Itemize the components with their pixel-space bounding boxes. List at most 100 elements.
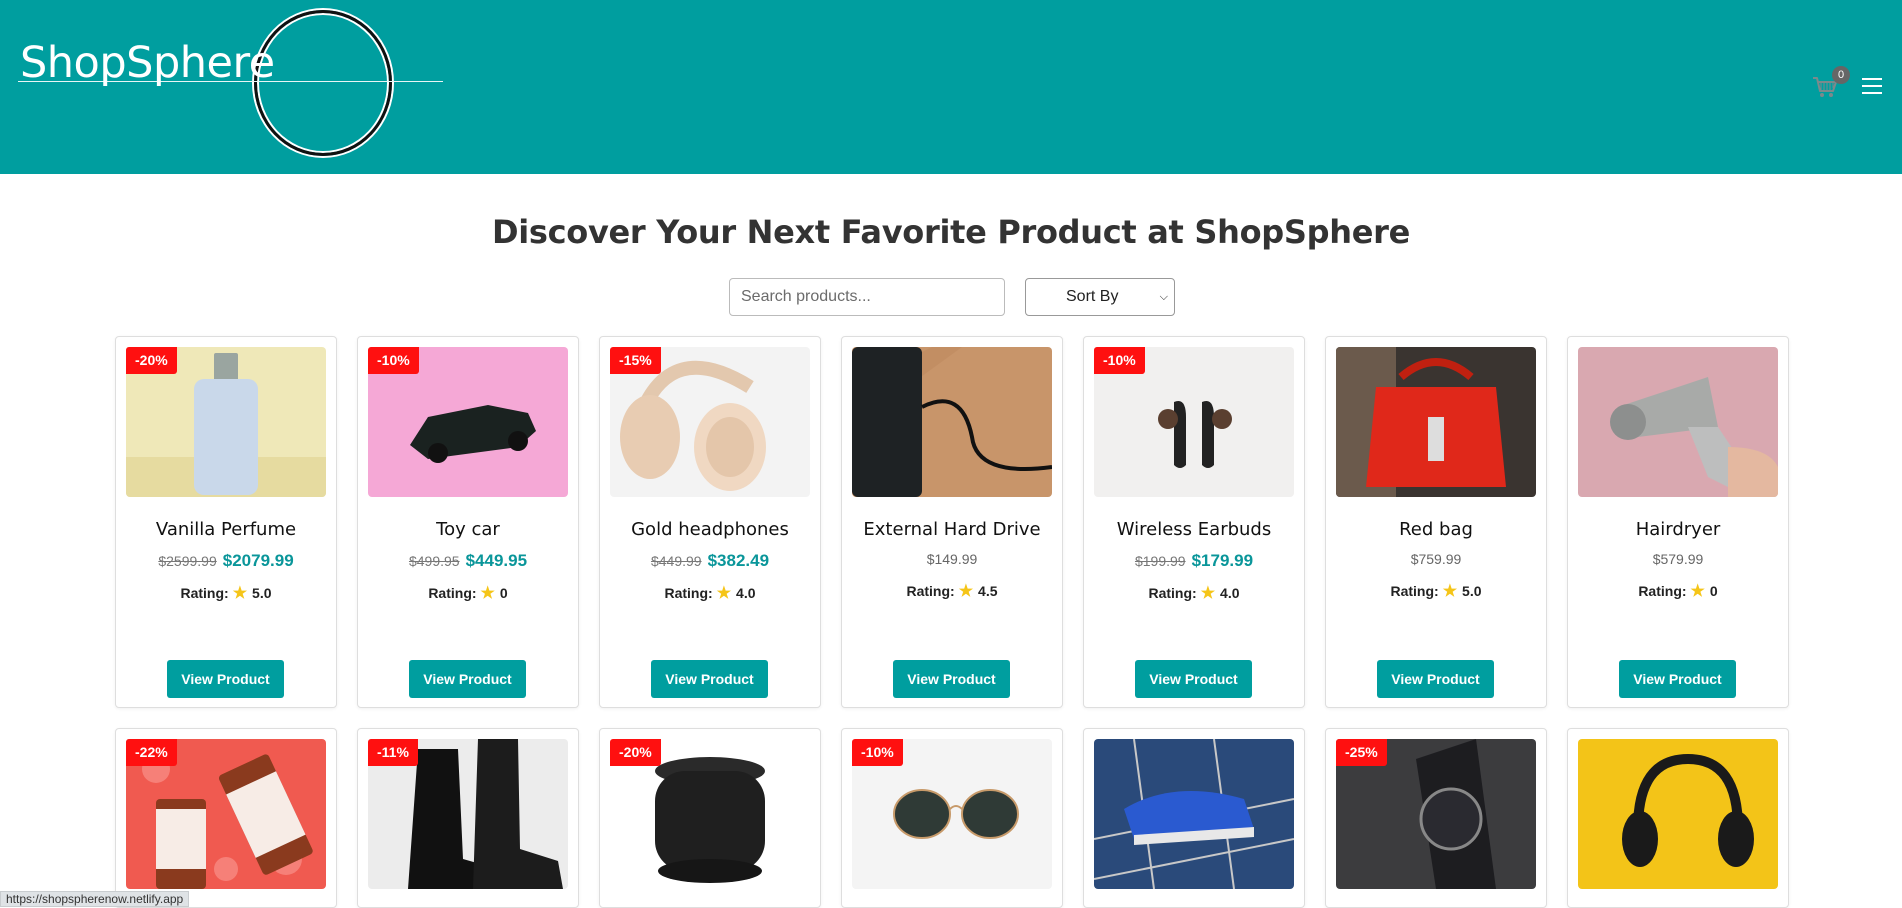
product-image[interactable] (1578, 739, 1778, 889)
cart-count-badge: 0 (1832, 66, 1850, 84)
product-price: $499.95 $449.95 (358, 551, 578, 571)
product-price: $199.99 $179.99 (1084, 551, 1304, 571)
original-price: $2599.99 (158, 553, 217, 569)
product-image[interactable] (1094, 739, 1294, 889)
rating-label: Rating: (428, 585, 477, 601)
product-card: -15% Gold headphones $449.99 $382.49 Rati… (599, 336, 821, 708)
product-name: Toy car (436, 519, 500, 540)
search-input[interactable] (729, 278, 1005, 316)
rating-value: 0 (1709, 583, 1718, 599)
product-rating: Rating: ★ 0 (1568, 581, 1788, 601)
product-card: Red bag $759.99 Rating: ★ 5.0 View Product (1325, 336, 1547, 708)
product-image[interactable] (852, 347, 1052, 497)
product-card: -11% (357, 728, 579, 908)
original-price: $449.99 (650, 553, 702, 569)
star-icon: ★ (958, 583, 974, 600)
rating-value: 0 (499, 585, 508, 601)
original-price: $499.95 (408, 553, 460, 569)
product-price: $2599.99 $2079.99 (116, 551, 336, 571)
product-image[interactable] (1336, 347, 1536, 497)
brand-logo[interactable]: ShopSphere (18, 10, 448, 160)
discount-badge: -20% (610, 739, 661, 766)
star-icon: ★ (232, 585, 248, 602)
view-product-button[interactable]: View Product (1619, 660, 1736, 698)
product-price: $579.99 (1568, 551, 1788, 567)
star-icon: ★ (1200, 585, 1216, 602)
site-header: ShopSphere 0 (0, 0, 1902, 174)
rating-value: 4.0 (736, 585, 756, 601)
page-title: Discover Your Next Favorite Product at S… (491, 213, 1411, 251)
product-rating: Rating: ★ 5.0 (1326, 581, 1546, 601)
rating-label: Rating: (1390, 583, 1439, 599)
rating-label: Rating: (664, 585, 713, 601)
view-product-button[interactable]: View Product (1377, 660, 1494, 698)
product-card: -20% (599, 728, 821, 908)
product-name: Wireless Earbuds (1116, 519, 1272, 540)
chevron-down-icon: ⌵ (1159, 290, 1168, 303)
discount-badge: -10% (852, 739, 903, 766)
sale-price: $449.95 (465, 551, 528, 570)
discount-badge: -20% (126, 347, 177, 374)
star-icon: ★ (480, 585, 495, 602)
product-rating: Rating: ★ 4.0 (600, 583, 820, 603)
product-card: -22% (115, 728, 337, 908)
rating-value: 4.5 (978, 583, 998, 599)
product-price: $449.99 $382.49 (600, 551, 820, 571)
product-rating: Rating: ★ 5.0 (116, 583, 336, 603)
sort-select-label: Sort By (1066, 288, 1119, 305)
star-icon: ★ (1442, 583, 1458, 600)
regular-price: $149.99 (926, 551, 978, 567)
logo-ring (254, 10, 392, 156)
hamburger-menu-icon[interactable] (1862, 78, 1882, 96)
product-name: Red bag (1399, 519, 1473, 540)
discount-badge: -10% (1094, 347, 1145, 374)
product-card: -25% (1325, 728, 1547, 908)
product-name: External Hard Drive (863, 519, 1041, 540)
regular-price: $579.99 (1652, 551, 1704, 567)
star-icon: ★ (1690, 583, 1705, 600)
product-card: Hairdryer $579.99 Rating: ★ 0 View Product (1567, 336, 1789, 708)
product-card: -20% Vanilla Perfume $2599.99 $2079.99 Ra… (115, 336, 337, 708)
rating-value: 5.0 (1462, 583, 1482, 599)
rating-label: Rating: (906, 583, 955, 599)
product-rating: Rating: ★ 0 (358, 583, 578, 603)
discount-badge: -11% (368, 739, 418, 766)
product-card (1567, 728, 1789, 908)
product-name: Gold headphones (631, 519, 789, 540)
product-name: Vanilla Perfume (155, 519, 297, 540)
sale-price: $382.49 (707, 551, 770, 570)
product-card: -10% Toy car $499.95 $449.95 Rating: ★ 0 Vi… (357, 336, 579, 708)
discount-badge: -25% (1336, 739, 1387, 766)
regular-price: $759.99 (1410, 551, 1462, 567)
original-price: $199.99 (1134, 553, 1186, 569)
sale-price: $2079.99 (222, 551, 294, 570)
product-image[interactable] (1578, 347, 1778, 497)
sale-price: $179.99 (1191, 551, 1254, 570)
star-icon: ★ (716, 585, 732, 602)
product-card (1083, 728, 1305, 908)
product-rating: Rating: ★ 4.0 (1084, 583, 1304, 603)
view-product-button[interactable]: View Product (893, 660, 1010, 698)
product-price: $759.99 (1326, 551, 1546, 567)
rating-value: 4.0 (1220, 585, 1240, 601)
product-card: -10% Wireless Earbuds $199.99 $179.99 Rat… (1083, 336, 1305, 708)
product-card: -10% (841, 728, 1063, 908)
product-rating: Rating: ★ 4.5 (842, 581, 1062, 601)
product-card: External Hard Drive $149.99 Rating: ★ 4.5 … (841, 336, 1063, 708)
view-product-button[interactable]: View Product (409, 660, 526, 698)
rating-label: Rating: (1638, 583, 1687, 599)
discount-badge: -10% (368, 347, 419, 374)
rating-label: Rating: (1148, 585, 1197, 601)
rating-value: 5.0 (252, 585, 272, 601)
status-bar-url: https://shopspherenow.netlify.app (0, 891, 190, 907)
sort-select[interactable]: Sort By ⌵ (1025, 278, 1175, 316)
discount-badge: -22% (126, 739, 177, 766)
product-name: Hairdryer (1635, 519, 1721, 540)
view-product-button[interactable]: View Product (1135, 660, 1252, 698)
brand-name: ShopSphere (20, 38, 275, 88)
view-product-button[interactable]: View Product (167, 660, 284, 698)
discount-badge: -15% (610, 347, 661, 374)
rating-label: Rating: (180, 585, 229, 601)
product-price: $149.99 (842, 551, 1062, 567)
view-product-button[interactable]: View Product (651, 660, 768, 698)
